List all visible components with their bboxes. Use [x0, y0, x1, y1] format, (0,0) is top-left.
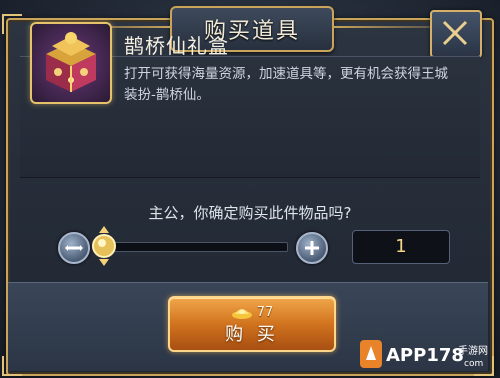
watermark-domain: com	[464, 359, 483, 369]
buy-button[interactable]: 77 购 买	[168, 296, 336, 352]
quantity-slider[interactable]	[100, 242, 288, 252]
watermark-brand: APP178	[386, 345, 464, 366]
gold-ingot-icon	[231, 309, 252, 319]
item-description: 打开可获得海量资源，加速道具等，更有机会获得王城装扮-鹊桥仙。	[124, 66, 448, 103]
close-button[interactable]	[430, 10, 482, 58]
slider-knob-icon	[92, 226, 116, 266]
buy-label: 购 买	[225, 324, 279, 345]
watermark-logo: APP178 手游网 com	[360, 340, 488, 369]
game-screen: 购买道具 鹊桥仙礼盒 打开可获得海量资源，加速道具等，更有机会获得王城装扮-鹊桥…	[0, 0, 500, 378]
confirm-prompt: 主公，你确定购买此件物品吗?	[148, 204, 352, 222]
item-name: 鹊桥仙礼盒	[124, 34, 229, 58]
close-icon	[442, 20, 468, 46]
price-row: 77	[170, 302, 334, 322]
frame-ornament	[2, 14, 22, 34]
gift-box-icon	[30, 22, 112, 104]
decrease-quantity-button[interactable]	[58, 232, 90, 264]
increase-quantity-button[interactable]	[296, 232, 328, 264]
price-value: 77	[256, 304, 274, 320]
watermark-sub: 手游网	[458, 344, 488, 357]
minus-icon	[65, 245, 83, 251]
quantity-field[interactable]: 1	[352, 230, 450, 264]
plus-icon	[305, 241, 319, 255]
slider-handle[interactable]	[91, 226, 117, 266]
